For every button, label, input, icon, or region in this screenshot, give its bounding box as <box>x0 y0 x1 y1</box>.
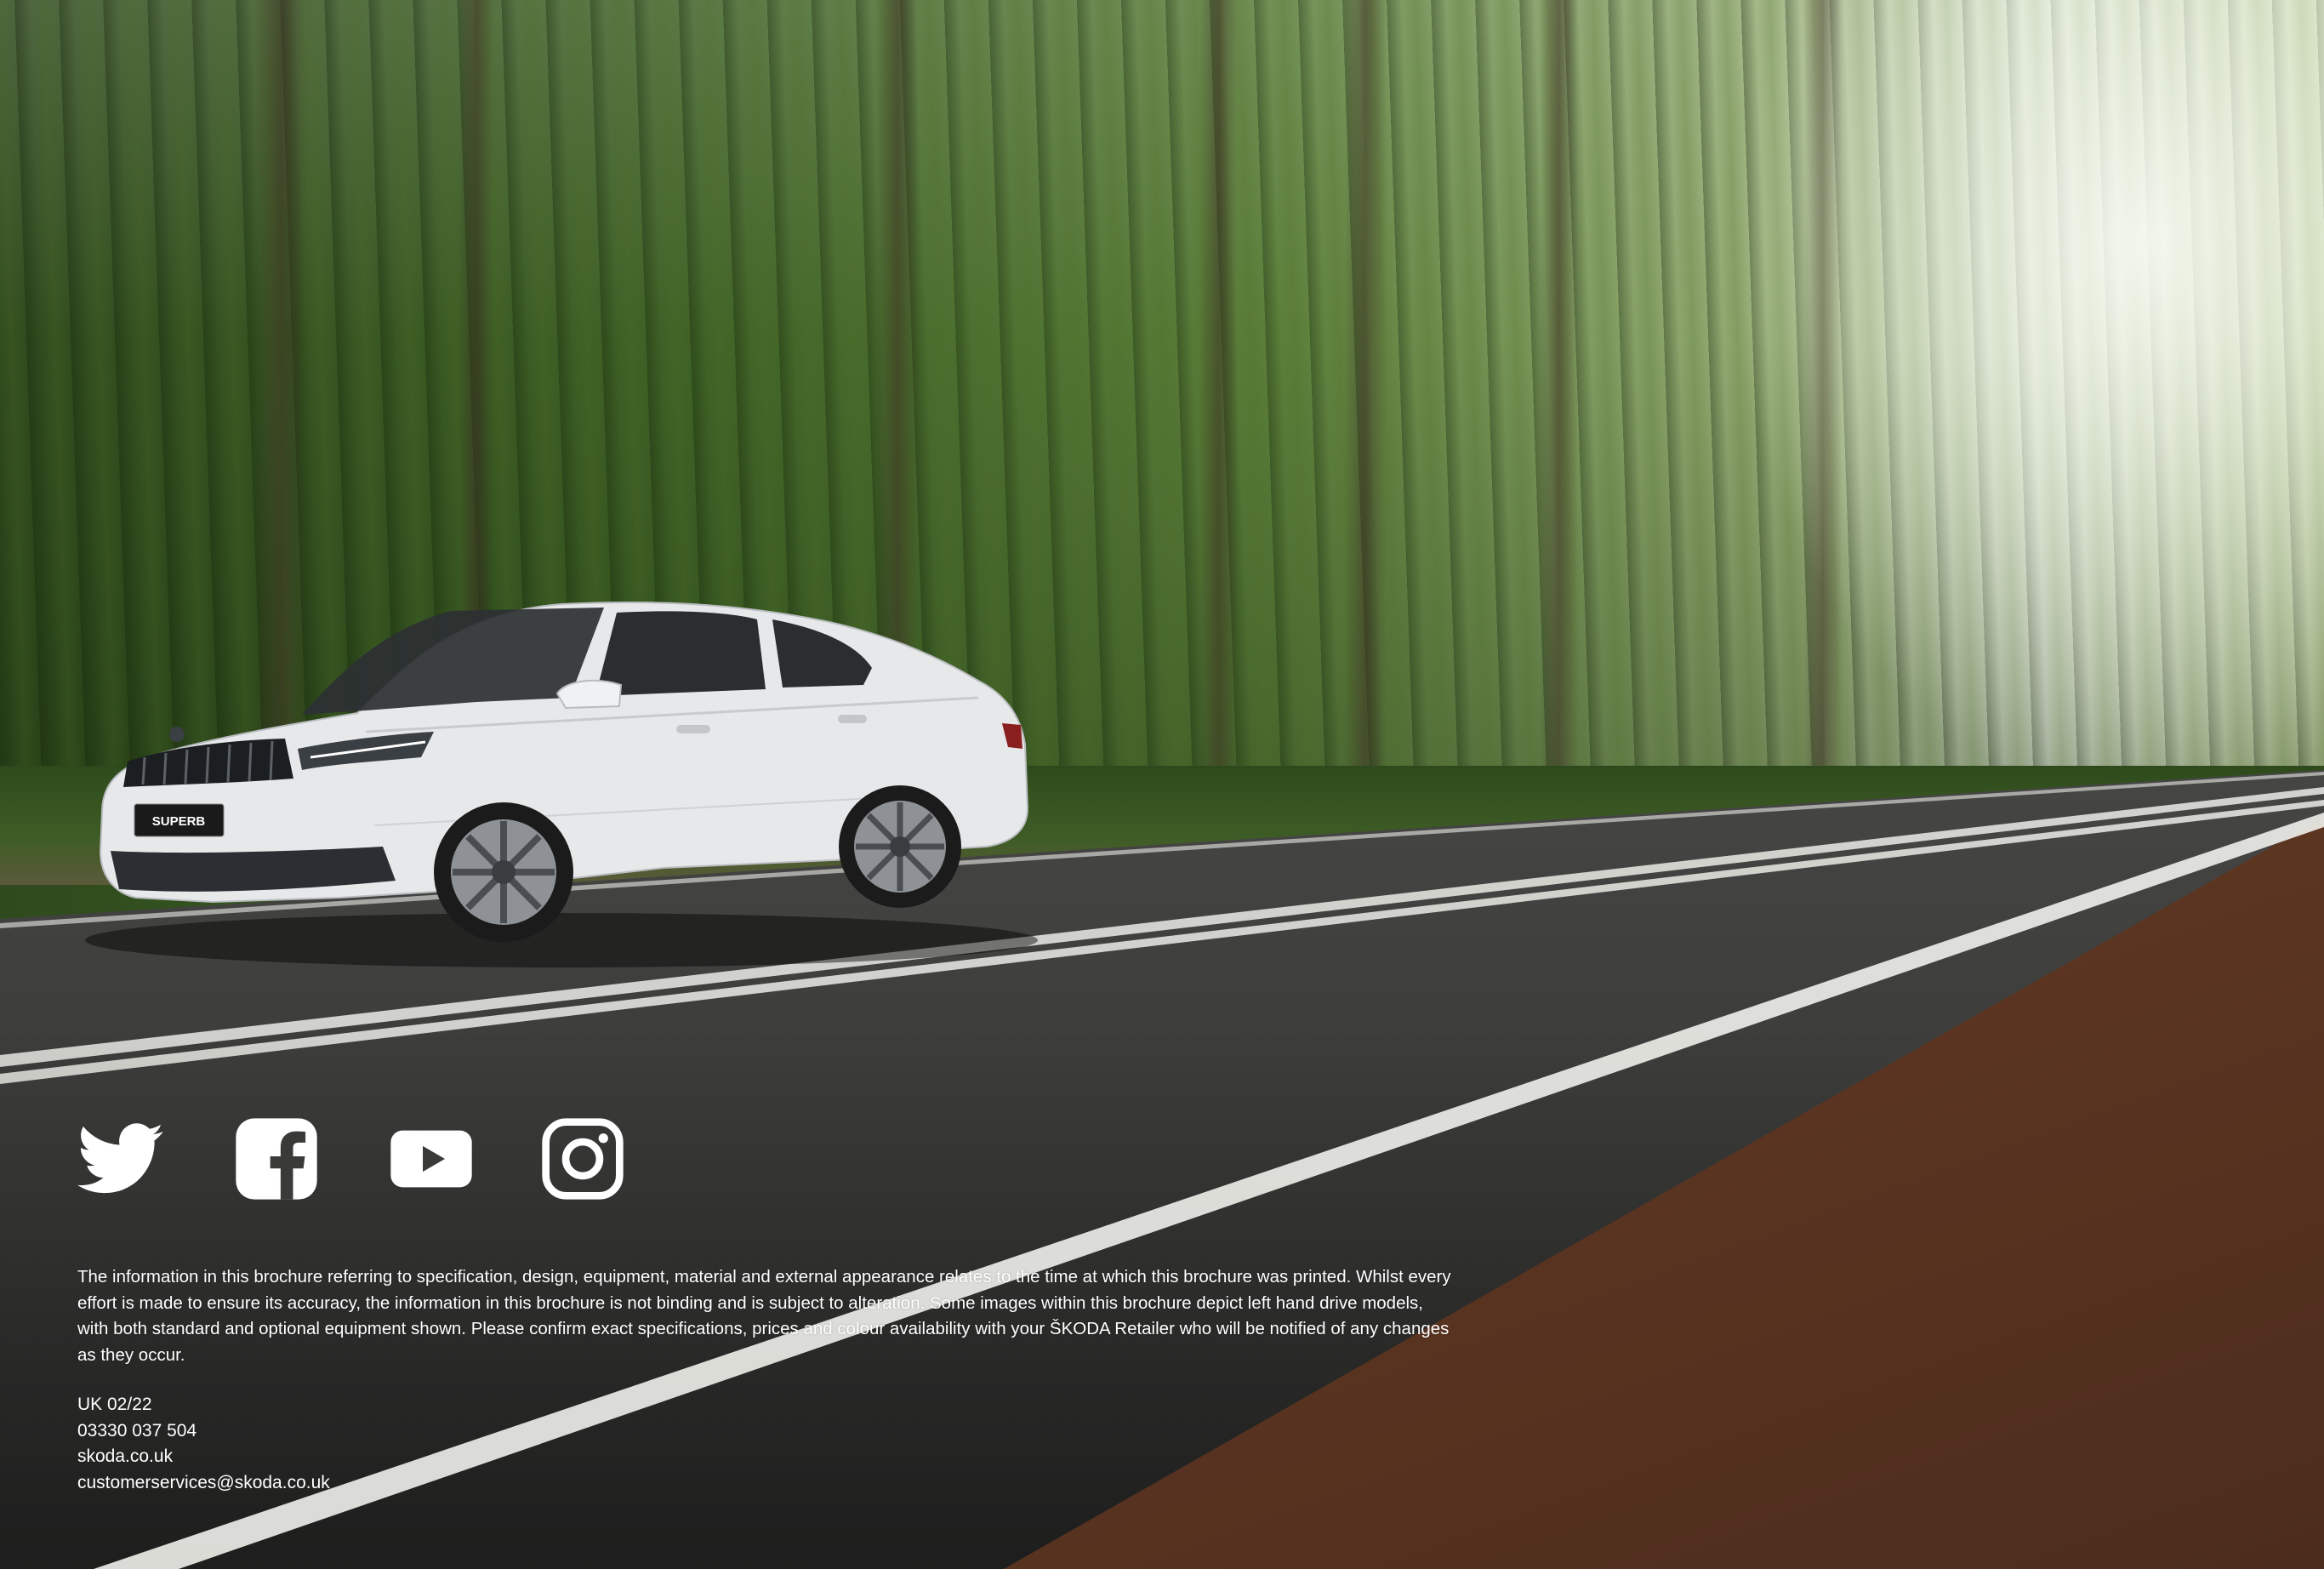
edition-code: UK 02/22 <box>77 1395 152 1414</box>
youtube-icon[interactable] <box>387 1115 476 1203</box>
website-link[interactable]: skoda.co.uk <box>77 1444 330 1470</box>
twitter-icon[interactable] <box>77 1115 165 1203</box>
instagram-icon[interactable] <box>538 1115 627 1203</box>
contact-info: UK 02/22 03330 037 504 skoda.co.uk custo… <box>77 1392 330 1496</box>
tree-trunk <box>1199 0 1238 766</box>
car-front-wheel <box>434 802 573 942</box>
facebook-icon[interactable] <box>232 1115 321 1203</box>
car-side-window-front <box>595 611 766 696</box>
car-image: SUPERB <box>85 601 1038 967</box>
disclaimer-text: The information in this brochure referri… <box>77 1267 1451 1365</box>
email-link[interactable]: customerservices@skoda.co.uk <box>77 1470 330 1497</box>
number-plate-text: SUPERB <box>152 814 206 829</box>
tree-trunk <box>1344 0 1387 766</box>
car-rear-wheel <box>839 785 961 908</box>
tree-trunk <box>1540 0 1578 766</box>
car-shadow <box>85 913 1038 967</box>
sunlight-mist <box>1729 0 2324 808</box>
phone-number[interactable]: 03330 037 504 <box>77 1418 330 1445</box>
